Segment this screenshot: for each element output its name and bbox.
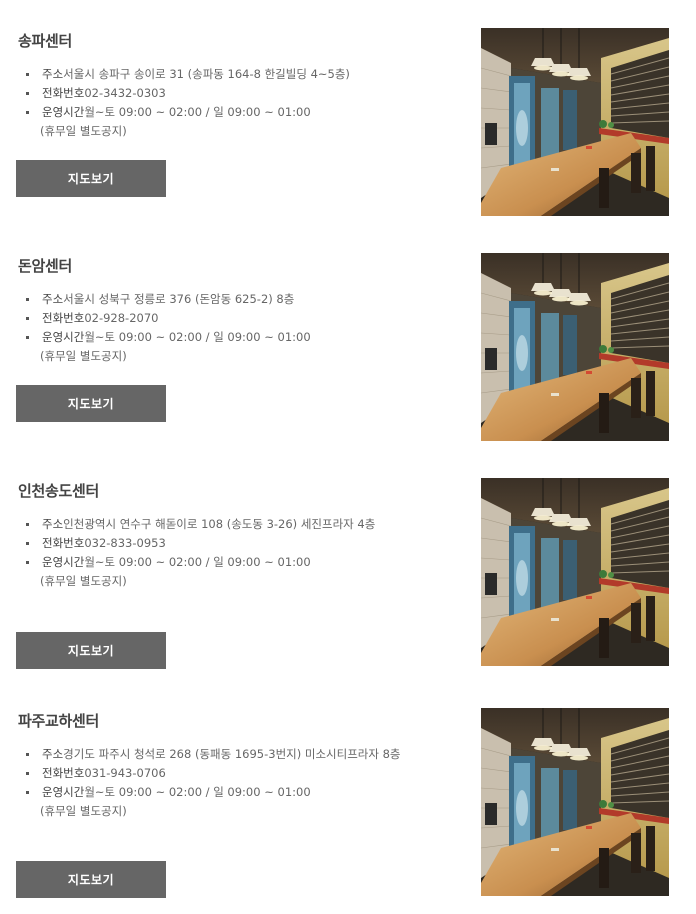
holiday-note: (휴무일 별도공지) (40, 124, 127, 138)
phone-value: 031-943-0706 (84, 766, 166, 780)
phone-label: 전화번호 (42, 766, 85, 780)
bullet-icon (26, 111, 29, 114)
holiday-note: (휴무일 별도공지) (40, 574, 127, 588)
hours-item: 운영시간월~토 09:00 ~ 02:00 / 일 09:00 ~ 01:00 … (18, 553, 458, 591)
center-card-donam: 돈암센터 주소서울시 성북구 정릉로 376 (돈암동 625-2) 8층 전화… (0, 252, 696, 452)
bullet-icon (26, 92, 29, 95)
hours-label: 운영시간 (42, 330, 85, 344)
map-view-button[interactable]: 지도보기 (16, 160, 166, 197)
hours-label: 운영시간 (42, 555, 85, 569)
center-card-songpa: 송파센터 주소서울시 송파구 송이로 31 (송파동 164-8 한길빌딩 4~… (0, 27, 696, 227)
center-photo (481, 253, 669, 441)
hours-label: 운영시간 (42, 785, 85, 799)
phone-item: 전화번호02-928-2070 (18, 309, 458, 328)
address-label: 주소 (42, 747, 64, 761)
bullet-icon (26, 298, 29, 301)
center-photo (481, 478, 669, 666)
center-photo (481, 28, 669, 216)
center-name: 돈암센터 (18, 257, 73, 275)
phone-item: 전화번호031-943-0706 (18, 764, 458, 783)
map-view-button[interactable]: 지도보기 (16, 861, 166, 898)
address-item: 주소인천광역시 연수구 해돋이로 108 (송도동 3-26) 세진프라자 4층 (18, 515, 458, 534)
address-label: 주소 (42, 517, 64, 531)
address-value: 서울시 송파구 송이로 31 (송파동 164-8 한길빌딩 4~5층) (63, 67, 350, 81)
bullet-icon (26, 336, 29, 339)
center-info: 송파센터 주소서울시 송파구 송이로 31 (송파동 164-8 한길빌딩 4~… (18, 31, 458, 141)
holiday-note: (휴무일 별도공지) (40, 804, 127, 818)
address-value: 경기도 파주시 청석로 268 (동패동 1695-3번지) 미소시티프라자 8… (63, 747, 401, 761)
bullet-icon (26, 317, 29, 320)
bullet-icon (26, 772, 29, 775)
bullet-icon (26, 791, 29, 794)
hours-label: 운영시간 (42, 105, 85, 119)
center-photo (481, 708, 669, 896)
hours-item: 운영시간월~토 09:00 ~ 02:00 / 일 09:00 ~ 01:00 … (18, 103, 458, 141)
phone-item: 전화번호02-3432-0303 (18, 84, 458, 103)
phone-label: 전화번호 (42, 536, 85, 550)
center-details: 주소경기도 파주시 청석로 268 (동패동 1695-3번지) 미소시티프라자… (18, 745, 458, 821)
center-info: 파주교하센터 주소경기도 파주시 청석로 268 (동패동 1695-3번지) … (18, 711, 458, 821)
hours-value: 월~토 09:00 ~ 02:00 / 일 09:00 ~ 01:00 (84, 330, 311, 344)
map-view-button[interactable]: 지도보기 (16, 632, 166, 669)
center-details: 주소인천광역시 연수구 해돋이로 108 (송도동 3-26) 세진프라자 4층… (18, 515, 458, 591)
phone-value: 032-833-0953 (84, 536, 166, 550)
bullet-icon (26, 73, 29, 76)
address-item: 주소경기도 파주시 청석로 268 (동패동 1695-3번지) 미소시티프라자… (18, 745, 458, 764)
phone-value: 02-928-2070 (84, 311, 159, 325)
address-item: 주소서울시 성북구 정릉로 376 (돈암동 625-2) 8층 (18, 290, 458, 309)
hours-value: 월~토 09:00 ~ 02:00 / 일 09:00 ~ 01:00 (84, 555, 311, 569)
bullet-icon (26, 523, 29, 526)
address-label: 주소 (42, 67, 64, 81)
hours-value: 월~토 09:00 ~ 02:00 / 일 09:00 ~ 01:00 (84, 785, 311, 799)
phone-item: 전화번호032-833-0953 (18, 534, 458, 553)
hours-item: 운영시간월~토 09:00 ~ 02:00 / 일 09:00 ~ 01:00 … (18, 783, 458, 821)
center-info: 인천송도센터 주소인천광역시 연수구 해돋이로 108 (송도동 3-26) 세… (18, 481, 458, 591)
address-value: 서울시 성북구 정릉로 376 (돈암동 625-2) 8층 (63, 292, 295, 306)
bullet-icon (26, 561, 29, 564)
phone-value: 02-3432-0303 (84, 86, 166, 100)
address-value: 인천광역시 연수구 해돋이로 108 (송도동 3-26) 세진프라자 4층 (63, 517, 376, 531)
center-name: 송파센터 (18, 32, 73, 50)
bullet-icon (26, 753, 29, 756)
address-item: 주소서울시 송파구 송이로 31 (송파동 164-8 한길빌딩 4~5층) (18, 65, 458, 84)
bullet-icon (26, 542, 29, 545)
holiday-note: (휴무일 별도공지) (40, 349, 127, 363)
center-info: 돈암센터 주소서울시 성북구 정릉로 376 (돈암동 625-2) 8층 전화… (18, 256, 458, 366)
center-details: 주소서울시 성북구 정릉로 376 (돈암동 625-2) 8층 전화번호02-… (18, 290, 458, 366)
center-card-paju-gyoha: 파주교하센터 주소경기도 파주시 청석로 268 (동패동 1695-3번지) … (0, 707, 696, 907)
phone-label: 전화번호 (42, 86, 85, 100)
center-name: 인천송도센터 (18, 482, 100, 500)
center-name: 파주교하센터 (18, 712, 100, 730)
hours-item: 운영시간월~토 09:00 ~ 02:00 / 일 09:00 ~ 01:00 … (18, 328, 458, 366)
address-label: 주소 (42, 292, 64, 306)
map-view-button[interactable]: 지도보기 (16, 385, 166, 422)
hours-value: 월~토 09:00 ~ 02:00 / 일 09:00 ~ 01:00 (84, 105, 311, 119)
center-card-incheon-songdo: 인천송도센터 주소인천광역시 연수구 해돋이로 108 (송도동 3-26) 세… (0, 477, 696, 677)
center-details: 주소서울시 송파구 송이로 31 (송파동 164-8 한길빌딩 4~5층) 전… (18, 65, 458, 141)
phone-label: 전화번호 (42, 311, 85, 325)
